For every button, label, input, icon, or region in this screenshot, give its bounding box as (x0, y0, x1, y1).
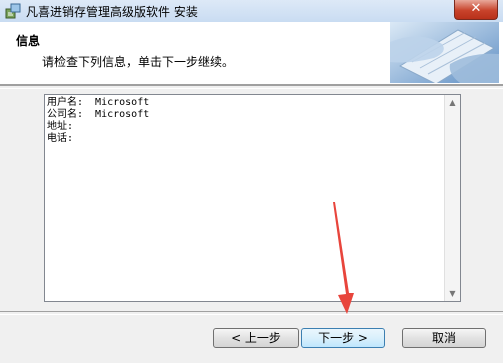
back-button[interactable]: < 上一步 (213, 328, 299, 348)
window-title: 凡喜进销存管理高级版软件 安装 (26, 5, 198, 19)
cancel-button[interactable]: 取消 (402, 328, 486, 348)
scroll-down-icon[interactable]: ▼ (445, 286, 460, 301)
close-icon: ✕ (470, 1, 482, 16)
header-divider (0, 85, 503, 89)
vertical-scrollbar[interactable]: ▲ ▼ (444, 95, 460, 301)
page-title: 信息 (16, 34, 41, 48)
keyboard-hands-image (390, 22, 499, 83)
page-subtitle: 请检查下列信息，单击下一步继续。 (42, 55, 235, 69)
next-button[interactable]: 下一步 > (301, 328, 385, 348)
wizard-header: 信息 请检查下列信息，单击下一步继续。 (0, 22, 503, 85)
installer-icon (5, 3, 21, 19)
close-button[interactable]: ✕ (454, 0, 498, 20)
info-textarea[interactable]: 用户名: Microsoft 公司名: Microsoft 地址: 电话: ▲ … (44, 94, 461, 302)
footer-divider (0, 311, 503, 315)
annotation-arrow (333, 202, 354, 314)
title-bar: 凡喜进销存管理高级版软件 安装 ✕ (0, 0, 503, 23)
scroll-up-icon[interactable]: ▲ (445, 95, 460, 110)
info-text: 用户名: Microsoft 公司名: Microsoft 地址: 电话: (47, 97, 150, 144)
